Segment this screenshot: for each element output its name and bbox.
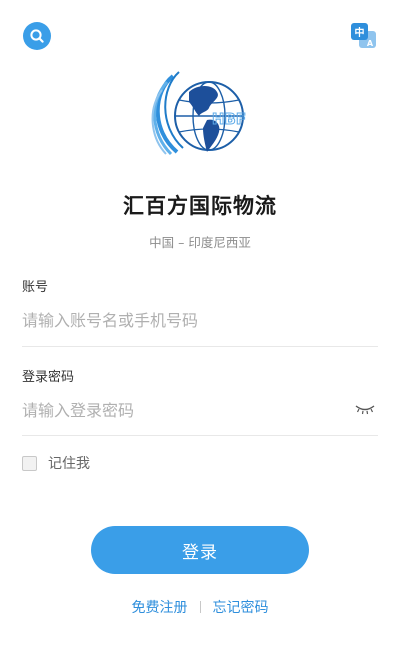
remember-me[interactable]: 记住我 — [22, 453, 90, 473]
account-label: 账号 — [22, 280, 49, 295]
link-separator — [199, 601, 201, 613]
eye-closed-icon[interactable] — [354, 403, 376, 415]
password-input[interactable] — [22, 392, 342, 428]
company-logo: HBF — [147, 68, 253, 166]
remember-checkbox[interactable] — [22, 455, 37, 471]
language-translate-icon: 中 A — [351, 23, 376, 48]
account-divider — [22, 346, 378, 347]
account-input[interactable] — [22, 302, 378, 338]
route-subtitle: 中国 – 印度尼西亚 — [149, 235, 251, 250]
logo-text: HBF — [212, 110, 246, 128]
forgot-password-link[interactable]: 忘记密码 — [213, 597, 269, 617]
remember-label: 记住我 — [48, 456, 90, 472]
language-glyph-zh: 中 — [355, 26, 365, 39]
password-label: 登录密码 — [22, 370, 75, 385]
login-button[interactable]: 登录 — [91, 526, 309, 574]
language-switch-button[interactable]: 中 A — [350, 22, 378, 50]
language-glyph-en: A — [367, 39, 374, 48]
footer-links: 免费注册 忘记密码 — [0, 597, 400, 617]
search-button[interactable] — [23, 22, 51, 50]
register-link[interactable]: 免费注册 — [132, 597, 188, 617]
company-name: 汇百方国际物流 — [123, 194, 277, 218]
search-icon — [30, 29, 44, 43]
password-divider — [22, 435, 378, 436]
